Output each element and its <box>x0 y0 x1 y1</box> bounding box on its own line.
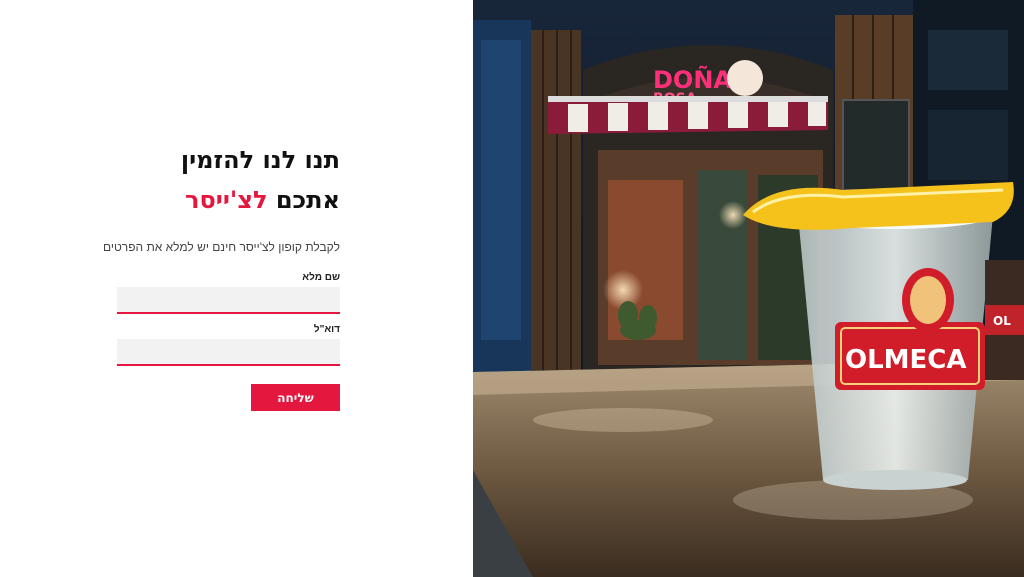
second-glass-text: OL <box>993 314 1011 328</box>
landing-page: תנו לנו להזמין אתכם לצ'ייסר לקבלת קופון … <box>0 0 1024 577</box>
headline-line-1: תנו לנו להזמין <box>180 146 340 174</box>
form-panel: תנו לנו להזמין אתכם לצ'ייסר לקבלת קופון … <box>0 0 473 577</box>
name-label: שם מלא <box>302 272 340 283</box>
bar-photo-image: DOÑA ROSA <box>473 0 1024 577</box>
email-field[interactable] <box>117 339 340 366</box>
email-label: דוא"ל <box>313 324 340 335</box>
coupon-form: תנו לנו להזמין אתכם לצ'ייסר לקבלת קופון … <box>102 140 340 411</box>
headline-accent-text: לצ'ייסר <box>185 186 268 214</box>
headline-line-2-text: אתכם <box>275 186 340 214</box>
neon-sign-text: DOÑA <box>653 65 732 94</box>
form-instructions: לקבלת קופון לצ'ייסר חינם יש למלא את הפרט… <box>102 240 340 254</box>
glass-brand-text: OLMECA <box>845 345 967 375</box>
bar-photo: DOÑA ROSA <box>473 0 1024 577</box>
name-field[interactable] <box>117 287 340 314</box>
page-title: תנו לנו להזמין אתכם לצ'ייסר <box>117 140 340 220</box>
neon-portrait-icon <box>727 60 763 96</box>
submit-button[interactable]: שליחה <box>251 384 340 411</box>
headline-line-2: אתכם לצ'ייסר <box>185 186 340 214</box>
